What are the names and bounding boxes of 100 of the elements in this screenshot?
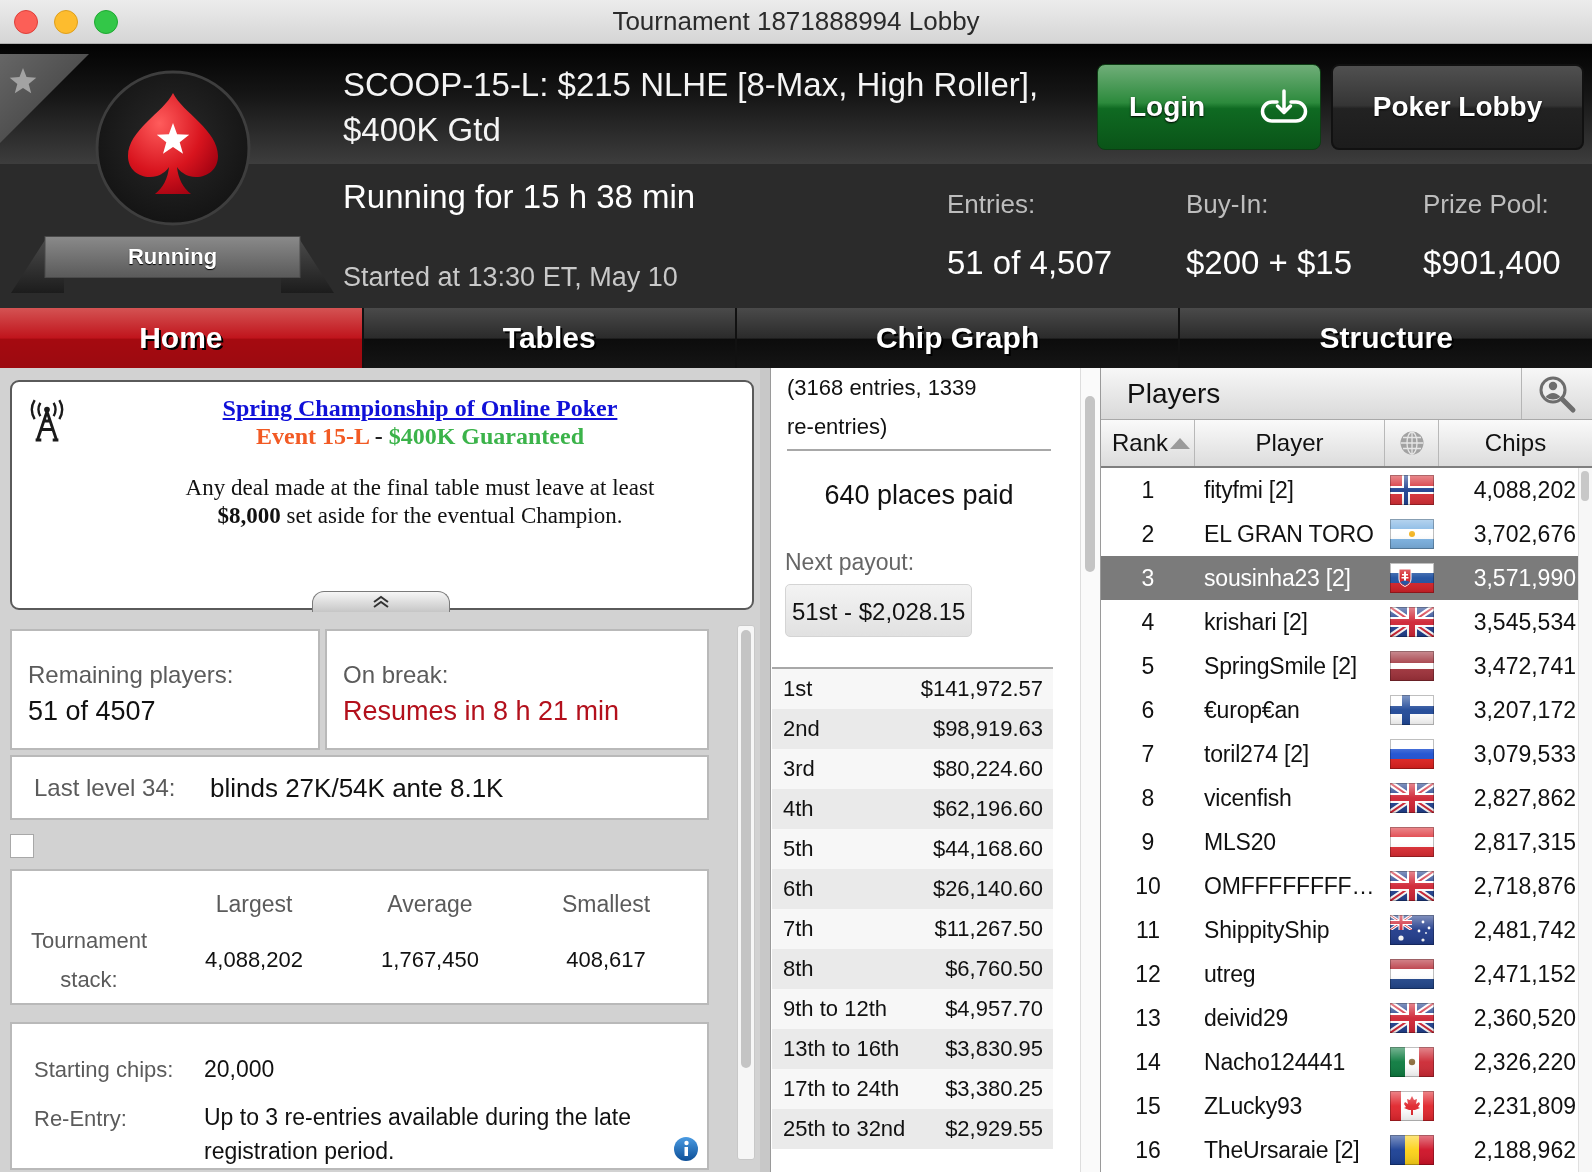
column-header[interactable]: Chips — [1439, 420, 1592, 466]
flag-icon — [1390, 651, 1434, 681]
tab[interactable]: Tables — [363, 308, 735, 368]
rank-cell: 14 — [1135, 1048, 1161, 1076]
tab[interactable]: Chip Graph — [736, 308, 1179, 368]
close-button[interactable] — [14, 9, 38, 34]
scrollbar[interactable] — [1578, 468, 1592, 1172]
star-icon[interactable] — [0, 54, 89, 143]
player-name: deivid29 — [1204, 1004, 1289, 1032]
guarantee-text: $400K Guaranteed — [388, 423, 584, 449]
payout-amount: $80,224.60 — [932, 756, 1043, 782]
player-row[interactable]: 8 vicenfish 2,827,862 — [1101, 776, 1578, 820]
player-row[interactable]: 13 deivid29 2,360,520 — [1101, 996, 1578, 1040]
start-time: Started at 13:30 ET, May 10 — [343, 261, 678, 293]
rank-cell: 13 — [1135, 1004, 1161, 1032]
player-row[interactable]: 4 krishari [2] 3,545,534 — [1101, 600, 1578, 644]
chip-count: 2,827,862 — [1473, 784, 1576, 812]
detail-label: Re-Entry: — [34, 1105, 128, 1133]
chip-count: 2,326,220 — [1473, 1048, 1576, 1076]
flag-icon — [1390, 1047, 1434, 1077]
player-row[interactable]: 16 TheUrsaraie [2] 2,188,962 — [1101, 1128, 1578, 1172]
poker-lobby-button[interactable]: Poker Lobby — [1331, 64, 1584, 150]
chip-count: 2,481,742 — [1473, 916, 1576, 944]
login-button[interactable]: Login — [1097, 64, 1321, 150]
player-row[interactable]: 3 sousinha23 [2] 3,571,990 — [1101, 556, 1578, 600]
rank-cell: 4 — [1141, 608, 1155, 636]
tab[interactable]: Home — [0, 308, 362, 368]
payout-place: 8th — [783, 956, 814, 982]
flag-icon — [1390, 519, 1434, 549]
payout-place: 6th — [783, 876, 814, 902]
entries-note: (3168 entries, 1339 re-entries) — [787, 374, 978, 441]
double-chevron-up-icon — [371, 595, 391, 609]
scrollbar[interactable] — [737, 625, 755, 1160]
payout-place: 3rd — [783, 756, 815, 782]
player-name: utreg — [1204, 960, 1256, 988]
rank-cell: 8 — [1141, 784, 1155, 812]
payout-amount: $3,830.95 — [945, 1036, 1043, 1062]
player-row[interactable]: 1 fityfmi [2] 4,088,202 — [1101, 468, 1578, 512]
rank-cell: 3 — [1141, 564, 1155, 592]
chip-count: 2,817,315 — [1473, 828, 1576, 856]
player-row[interactable]: 15 ZLucky93 2,231,809 — [1101, 1084, 1578, 1128]
antenna-icon — [28, 398, 66, 442]
stat-label: Prize Pool: — [1423, 189, 1549, 219]
stat-label: Buy-In: — [1186, 189, 1269, 219]
player-name: OMFFFFFFFF… — [1204, 872, 1375, 900]
tournament-title: SCOOP-15-L: $215 NLHE [8-Max, High Roller], $400K Gtd — [342, 65, 1040, 150]
chip-count: 4,088,202 — [1473, 476, 1576, 504]
players-title: Players — [1126, 377, 1221, 411]
flag-icon — [1390, 1135, 1434, 1165]
player-row[interactable]: 5 SpringSmile [2] 3,472,741 — [1101, 644, 1578, 688]
stack-heading: Average — [387, 890, 473, 919]
chip-count: 2,718,876 — [1473, 872, 1576, 900]
player-row[interactable]: 2 EL GRAN TORO 3,702,676 — [1101, 512, 1578, 556]
scrollbar[interactable] — [1080, 368, 1100, 1172]
rank-cell: 11 — [1136, 916, 1160, 944]
stack-value: 1,767,450 — [381, 946, 479, 974]
remaining-label: Remaining players: — [28, 660, 234, 690]
player-row[interactable]: 7 toril274 [2] 3,079,533 — [1101, 732, 1578, 776]
stack-heading: Smallest — [561, 890, 651, 919]
rank-cell: 7 — [1141, 740, 1155, 768]
info-icon[interactable] — [673, 1136, 699, 1162]
detail-value: Up to 3 re-entries available during the late registration period. — [204, 1103, 633, 1166]
scrollbar-thumb[interactable] — [741, 630, 751, 1068]
stack-heading: Largest — [215, 890, 293, 919]
flag-icon — [1390, 959, 1434, 989]
player-row[interactable]: 14 Nacho124441 2,326,220 — [1101, 1040, 1578, 1084]
payout-amount: $62,196.60 — [932, 796, 1043, 822]
scrollbar-thumb[interactable] — [1085, 396, 1095, 572]
flag-icon — [1390, 607, 1434, 637]
player-name: toril274 [2] — [1204, 740, 1309, 768]
player-name: sousinha23 [2] — [1204, 564, 1351, 592]
player-row[interactable]: 10 OMFFFFFFFF… 2,718,876 — [1101, 864, 1578, 908]
places-paid: 640 places paid — [823, 479, 1015, 512]
tab[interactable]: Structure — [1180, 308, 1592, 368]
player-row[interactable]: 12 utreg 2,471,152 — [1101, 952, 1578, 996]
player-row[interactable]: 9 MLS20 2,817,315 — [1101, 820, 1578, 864]
payout-place: 1st — [783, 676, 813, 702]
chip-count: 3,207,172 — [1473, 696, 1576, 724]
maximize-button[interactable] — [94, 9, 118, 34]
separator-dash: - — [374, 423, 383, 449]
detail-value: 20,000 — [204, 1055, 275, 1084]
collapse-button[interactable] — [312, 591, 450, 612]
level-label: Last level 34: — [34, 772, 177, 803]
column-header[interactable]: Player — [1195, 420, 1385, 466]
checkbox[interactable] — [10, 834, 34, 858]
minimize-button[interactable] — [54, 9, 78, 34]
payout-place: 17th to 24th — [783, 1076, 900, 1102]
remaining-value: 51 of 4507 — [28, 695, 156, 728]
player-row[interactable]: 6 €urop€an 3,207,172 — [1101, 688, 1578, 732]
player-name: MLS20 — [1204, 828, 1276, 856]
player-name: vicenfish — [1204, 784, 1292, 812]
rank-cell: 6 — [1141, 696, 1155, 724]
running-time: Running for 15 h 38 min — [343, 177, 696, 217]
player-name: ShippityShip — [1204, 916, 1330, 944]
scrollbar-thumb[interactable] — [1581, 471, 1589, 501]
chip-count: 3,079,533 — [1473, 740, 1576, 768]
payout-place: 4th — [783, 796, 814, 822]
player-row[interactable]: 11 ShippityShip 2,481,742 — [1101, 908, 1578, 952]
column-header[interactable]: Rank — [1101, 420, 1195, 466]
championship-link[interactable]: Spring Championship of Online Poker — [222, 395, 618, 421]
